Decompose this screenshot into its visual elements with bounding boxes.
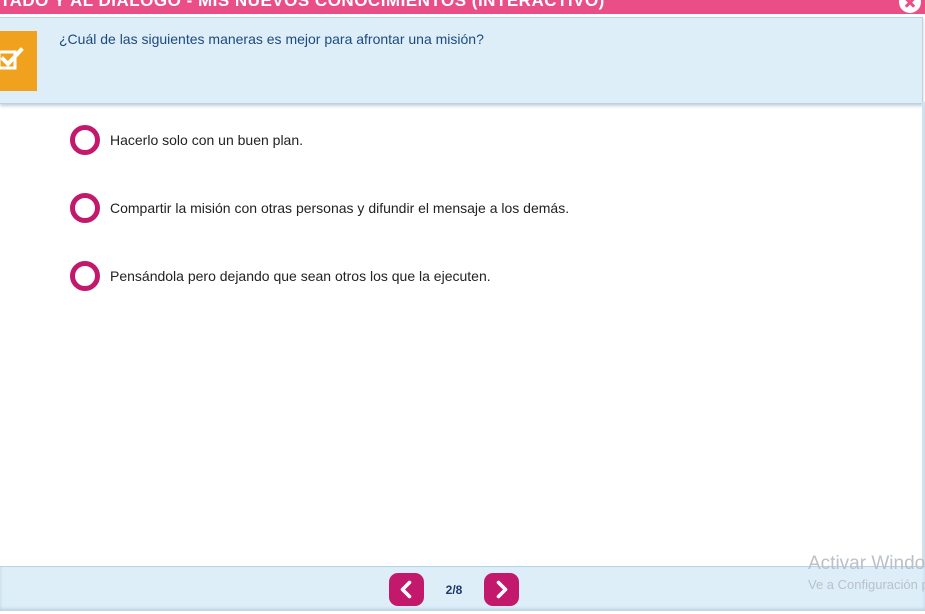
window-title: TADO Y AL DIALOGO - MIS NUEVOS CONOCIMIE… <box>0 0 605 10</box>
watermark-title: Activar Windows <box>808 553 925 574</box>
chevron-right-icon <box>496 580 508 599</box>
answer-option-label: Compartir la misión con otras personas y… <box>110 200 570 216</box>
answer-option-1[interactable]: Hacerlo solo con un buen plan. <box>70 125 569 155</box>
next-button[interactable] <box>484 573 519 606</box>
previous-button[interactable] <box>389 573 424 606</box>
answer-option-label: Hacerlo solo con un buen plan. <box>110 132 304 148</box>
checkbox-check-icon <box>0 31 37 91</box>
page-counter: 2/8 <box>445 583 463 597</box>
chevron-left-icon <box>400 580 412 599</box>
answer-options: Hacerlo solo con un buen plan. Compartir… <box>70 125 569 329</box>
navigation-bar: 2/8 <box>0 566 925 611</box>
title-bar: TADO Y AL DIALOGO - MIS NUEVOS CONOCIMIE… <box>0 0 925 14</box>
answer-option-3[interactable]: Pensándola pero dejando que sean otros l… <box>70 261 569 291</box>
radio-button[interactable] <box>70 193 100 223</box>
answer-option-label: Pensándola pero dejando que sean otros l… <box>110 268 491 284</box>
question-text: ¿Cuál de las siguientes maneras es mejor… <box>59 31 484 47</box>
watermark-subtitle: Ve a Configuración para activar Windows. <box>808 577 925 592</box>
radio-button[interactable] <box>70 125 100 155</box>
answer-option-2[interactable]: Compartir la misión con otras personas y… <box>70 193 569 223</box>
question-panel: ¿Cuál de las siguientes maneras es mejor… <box>0 17 923 104</box>
radio-button[interactable] <box>70 261 100 291</box>
close-icon[interactable] <box>899 0 921 13</box>
windows-activation-watermark: Activar Windows Ve a Configuración para … <box>808 552 925 594</box>
